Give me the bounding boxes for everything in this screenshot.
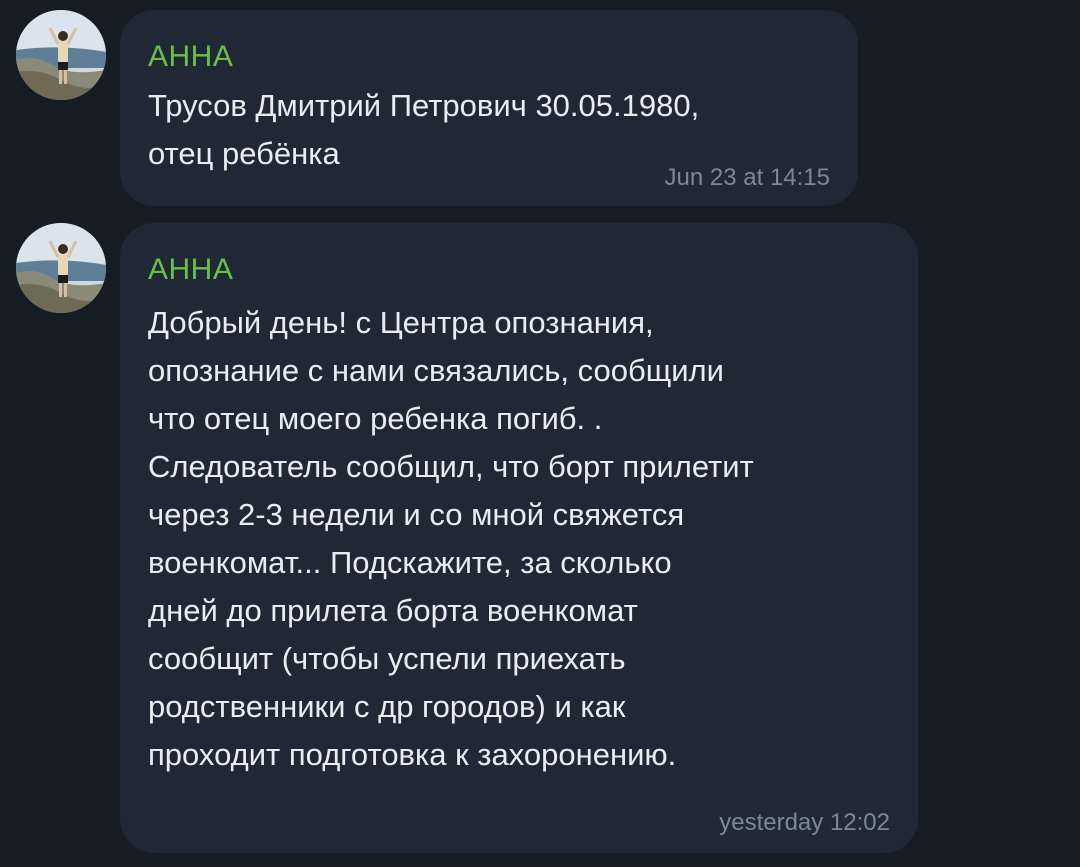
message-text: Трусов Дмитрий Петрович 30.05.1980, отец… (148, 88, 700, 171)
message-bubble[interactable]: АННА Добрый день! с Центра опознания, оп… (120, 223, 918, 853)
user-photo-avatar-icon (16, 223, 106, 313)
sender-name[interactable]: АННА (148, 253, 233, 287)
message-text: Добрый день! с Центра опознания, опознан… (148, 305, 754, 772)
message-bubble[interactable]: АННА Трусов Дмитрий Петрович 30.05.1980,… (120, 10, 858, 206)
chat-history: АННА Трусов Дмитрий Петрович 30.05.1980,… (0, 0, 1080, 867)
message-timestamp: Jun 23 at 14:15 (664, 164, 830, 191)
user-photo-avatar-icon (16, 10, 106, 100)
sender-avatar[interactable] (16, 223, 106, 313)
sender-name[interactable]: АННА (148, 40, 233, 74)
message-timestamp: yesterday 12:02 (719, 809, 890, 836)
sender-avatar[interactable] (16, 10, 106, 100)
